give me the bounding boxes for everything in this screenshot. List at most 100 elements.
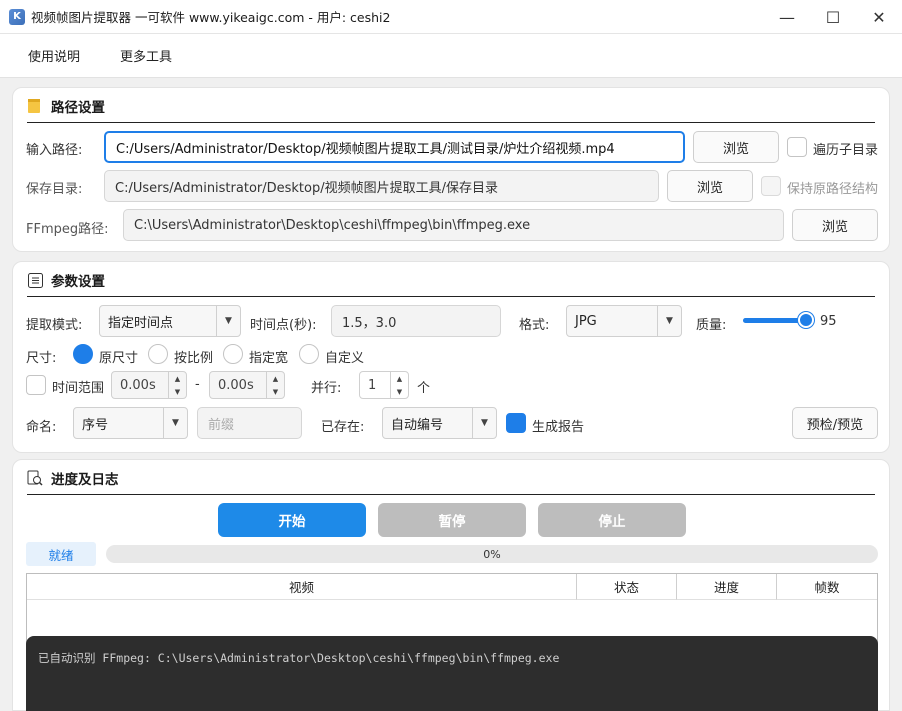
- naming-label: 命名:: [26, 420, 57, 435]
- quality-slider-fill: [743, 318, 806, 323]
- log-line: 已自动识别 FFmpeg: C:\Users\Administrator\Des…: [38, 651, 560, 665]
- column-header-video[interactable]: 视频: [27, 574, 577, 600]
- quality-value: 95: [820, 314, 837, 329]
- parallel-spinbox[interactable]: 1 ▲ ▼: [359, 371, 409, 399]
- keep-structure-label: 保持原路径结构: [787, 182, 879, 197]
- window-controls: — ☐ ✕: [764, 0, 902, 34]
- keep-structure-checkbox[interactable]: [761, 176, 781, 196]
- spin-arrows[interactable]: ▲ ▼: [168, 372, 186, 398]
- traverse-subdir-label: 遍历子目录: [813, 143, 879, 158]
- divider: [27, 296, 875, 297]
- naming-value: 序号: [82, 417, 109, 433]
- range-end-spinbox[interactable]: 0.00s ▲ ▼: [209, 371, 285, 399]
- report-label: 生成报告: [532, 420, 585, 435]
- chevron-down-icon: ▼: [472, 408, 496, 438]
- prefix-input[interactable]: 前缀: [197, 407, 302, 439]
- divider: [27, 122, 875, 123]
- exists-value: 自动编号: [391, 417, 444, 433]
- format-select[interactable]: JPG ▼: [566, 305, 682, 337]
- menu-item-help[interactable]: 使用说明: [28, 46, 80, 65]
- log-search-icon: [27, 470, 43, 486]
- size-width-radio[interactable]: [223, 344, 243, 364]
- time-range-label: 时间范围: [52, 381, 105, 396]
- range-start-value: 0.00s: [120, 377, 156, 393]
- parallel-unit: 个: [417, 381, 431, 396]
- range-start-spinbox[interactable]: 0.00s ▲ ▼: [111, 371, 187, 399]
- progress-card: 进度及日志 开始 暂停 停止 就绪 0% 视频 状态 进度 帧数 已自动识别 F…: [12, 459, 890, 711]
- mode-select[interactable]: 指定时间点 ▼: [99, 305, 241, 337]
- menu-item-more-tools[interactable]: 更多工具: [120, 46, 172, 65]
- browse-save-button[interactable]: 浏览: [667, 170, 753, 202]
- save-dir-label: 保存目录:: [26, 182, 83, 197]
- time-point-input[interactable]: 1.5，3.0: [331, 305, 501, 337]
- spin-arrows[interactable]: ▲ ▼: [390, 372, 408, 398]
- range-separator: -: [195, 377, 200, 392]
- column-header-status[interactable]: 状态: [577, 574, 677, 600]
- param-settings-card: 参数设置 提取模式: 指定时间点 ▼ 时间点(秒): 1.5，3.0 格式: J…: [12, 261, 890, 453]
- parallel-label: 并行:: [311, 381, 342, 396]
- title-bar: K 视频帧图片提取器 一可软件 www.yikeaigc.com - 用户: c…: [0, 0, 902, 34]
- chevron-down-icon: ▼: [216, 306, 240, 336]
- maximize-button[interactable]: ☐: [810, 0, 856, 34]
- input-path-field[interactable]: C:/Users/Administrator/Desktop/视频帧图片提取工具…: [104, 131, 685, 163]
- quality-slider[interactable]: [743, 312, 814, 328]
- window-title: 视频帧图片提取器 一可软件 www.yikeaigc.com - 用户: ces…: [31, 10, 391, 25]
- size-custom-label: 自定义: [325, 351, 365, 366]
- browse-ffmpeg-button[interactable]: 浏览: [792, 209, 878, 241]
- minimize-button[interactable]: —: [764, 0, 810, 34]
- parallel-value: 1: [368, 377, 377, 393]
- param-settings-title: 参数设置: [27, 270, 105, 290]
- folder-icon: [27, 98, 43, 114]
- format-label: 格式:: [519, 318, 550, 333]
- quality-label: 质量:: [696, 318, 727, 333]
- start-button[interactable]: 开始: [218, 503, 366, 537]
- ffmpeg-path-label: FFmpeg路径:: [26, 222, 109, 237]
- preview-button[interactable]: 预检/预览: [792, 407, 878, 439]
- size-custom-radio[interactable]: [299, 344, 319, 364]
- menu-bar: 使用说明 更多工具: [0, 34, 902, 78]
- progress-label: 进度及日志: [51, 472, 119, 488]
- input-path-label: 输入路径:: [26, 143, 83, 158]
- path-settings-title: 路径设置: [27, 96, 105, 116]
- traverse-subdir-checkbox[interactable]: [787, 137, 807, 157]
- column-header-frames[interactable]: 帧数: [777, 574, 877, 600]
- pause-button[interactable]: 暂停: [378, 503, 526, 537]
- size-width-label: 指定宽: [249, 351, 289, 366]
- save-dir-field[interactable]: C:/Users/Administrator/Desktop/视频帧图片提取工具…: [104, 170, 659, 202]
- status-badge: 就绪: [26, 542, 96, 566]
- time-point-label: 时间点(秒):: [250, 318, 317, 333]
- size-original-label: 原尺寸: [99, 351, 139, 366]
- ffmpeg-path-field[interactable]: C:\Users\Administrator\Desktop\ceshi\ffm…: [123, 209, 784, 241]
- stop-button[interactable]: 停止: [538, 503, 686, 537]
- mode-value: 指定时间点: [108, 315, 174, 331]
- log-panel[interactable]: 已自动识别 FFmpeg: C:\Users\Administrator\Des…: [26, 636, 878, 711]
- progress-text: 0%: [483, 547, 501, 561]
- path-settings-card: 路径设置 输入路径: C:/Users/Administrator/Deskto…: [12, 87, 890, 252]
- mode-label: 提取模式:: [26, 318, 83, 333]
- exists-select[interactable]: 自动编号 ▼: [382, 407, 497, 439]
- app-icon: K: [9, 8, 25, 25]
- chevron-down-icon: ▼: [163, 408, 187, 438]
- divider: [27, 494, 875, 495]
- size-ratio-radio[interactable]: [148, 344, 168, 364]
- list-icon: [27, 272, 43, 288]
- naming-select[interactable]: 序号 ▼: [73, 407, 188, 439]
- format-value: JPG: [575, 313, 597, 329]
- chevron-down-icon: ▼: [657, 306, 681, 336]
- size-original-radio[interactable]: [73, 344, 93, 364]
- range-end-value: 0.00s: [218, 377, 254, 393]
- close-button[interactable]: ✕: [856, 0, 902, 34]
- size-label: 尺寸:: [26, 351, 57, 366]
- path-settings-label: 路径设置: [51, 100, 105, 116]
- browse-input-button[interactable]: 浏览: [693, 131, 779, 163]
- progress-bar: 0%: [106, 545, 878, 563]
- column-header-progress[interactable]: 进度: [677, 574, 777, 600]
- size-ratio-label: 按比例: [174, 351, 214, 366]
- exists-label: 已存在:: [321, 420, 365, 435]
- param-settings-label: 参数设置: [51, 274, 105, 290]
- quality-slider-thumb[interactable]: [797, 312, 814, 328]
- time-range-checkbox[interactable]: [26, 375, 46, 395]
- spin-arrows[interactable]: ▲ ▼: [266, 372, 284, 398]
- report-checkbox[interactable]: [506, 413, 526, 433]
- progress-title: 进度及日志: [27, 468, 119, 488]
